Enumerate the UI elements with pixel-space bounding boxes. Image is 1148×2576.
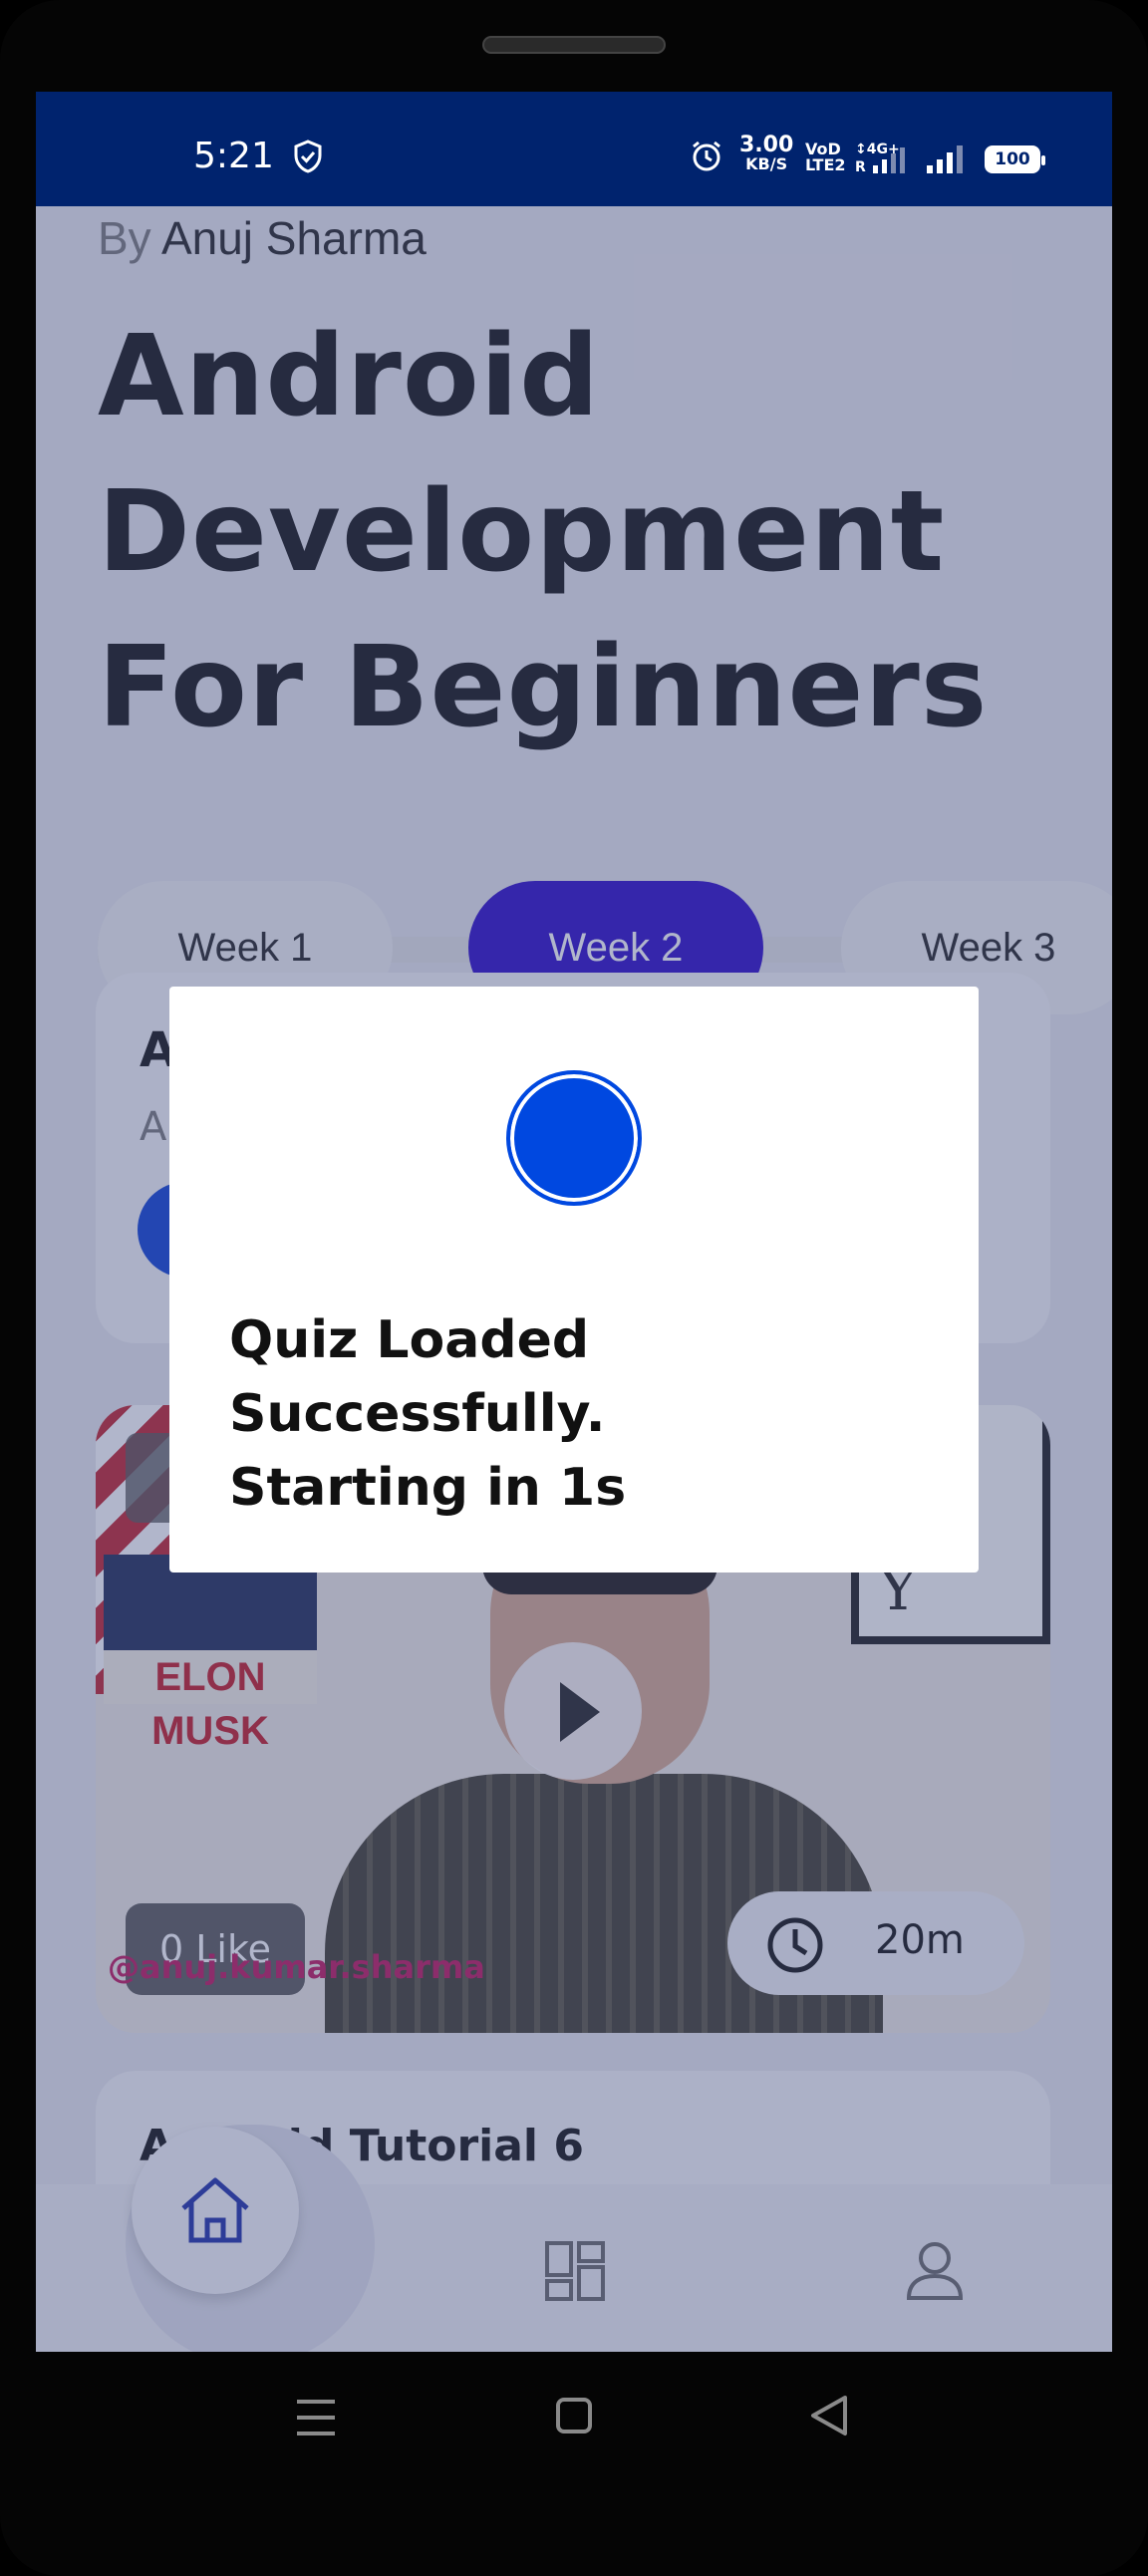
earpiece-speaker [482,36,666,54]
dialog-message: Quiz Loaded Successfully. Starting in 1s [229,1310,627,1518]
quiz-loaded-dialog: Quiz Loaded Successfully. Starting in 1s [169,987,979,1573]
system-back-icon[interactable] [809,2394,849,2437]
volte-line2: LTE2 [805,155,846,174]
system-home-icon[interactable] [556,2398,592,2433]
signal-bars-icon [927,145,963,173]
network-speed-unit: KB/S [745,154,788,173]
app-screen: 5:21 3.00 KB/S VoD LTE2 ↕4G+ R 100 By An… [36,92,1112,2352]
shield-check-icon [294,140,322,173]
network-speed: 3.00 KB/S [739,133,794,174]
success-indicator-icon [506,1070,642,1206]
phone-frame: 5:21 3.00 KB/S VoD LTE2 ↕4G+ R 100 By An… [0,0,1148,2576]
status-time: 5:21 [193,136,274,176]
recents-menu-icon[interactable] [295,2398,337,2437]
status-bar: 5:21 3.00 KB/S VoD LTE2 ↕4G+ R 100 [36,92,1112,206]
network-speed-value: 3.00 [739,133,794,157]
battery-indicator: 100 [985,145,1045,173]
svg-text:R: R [855,159,866,175]
alarm-icon [693,141,720,171]
system-navigation-bar [0,2352,1148,2521]
signal-4g-icon: ↕4G+ R [855,142,905,175]
volte-indicator: VoD LTE2 [805,142,846,173]
